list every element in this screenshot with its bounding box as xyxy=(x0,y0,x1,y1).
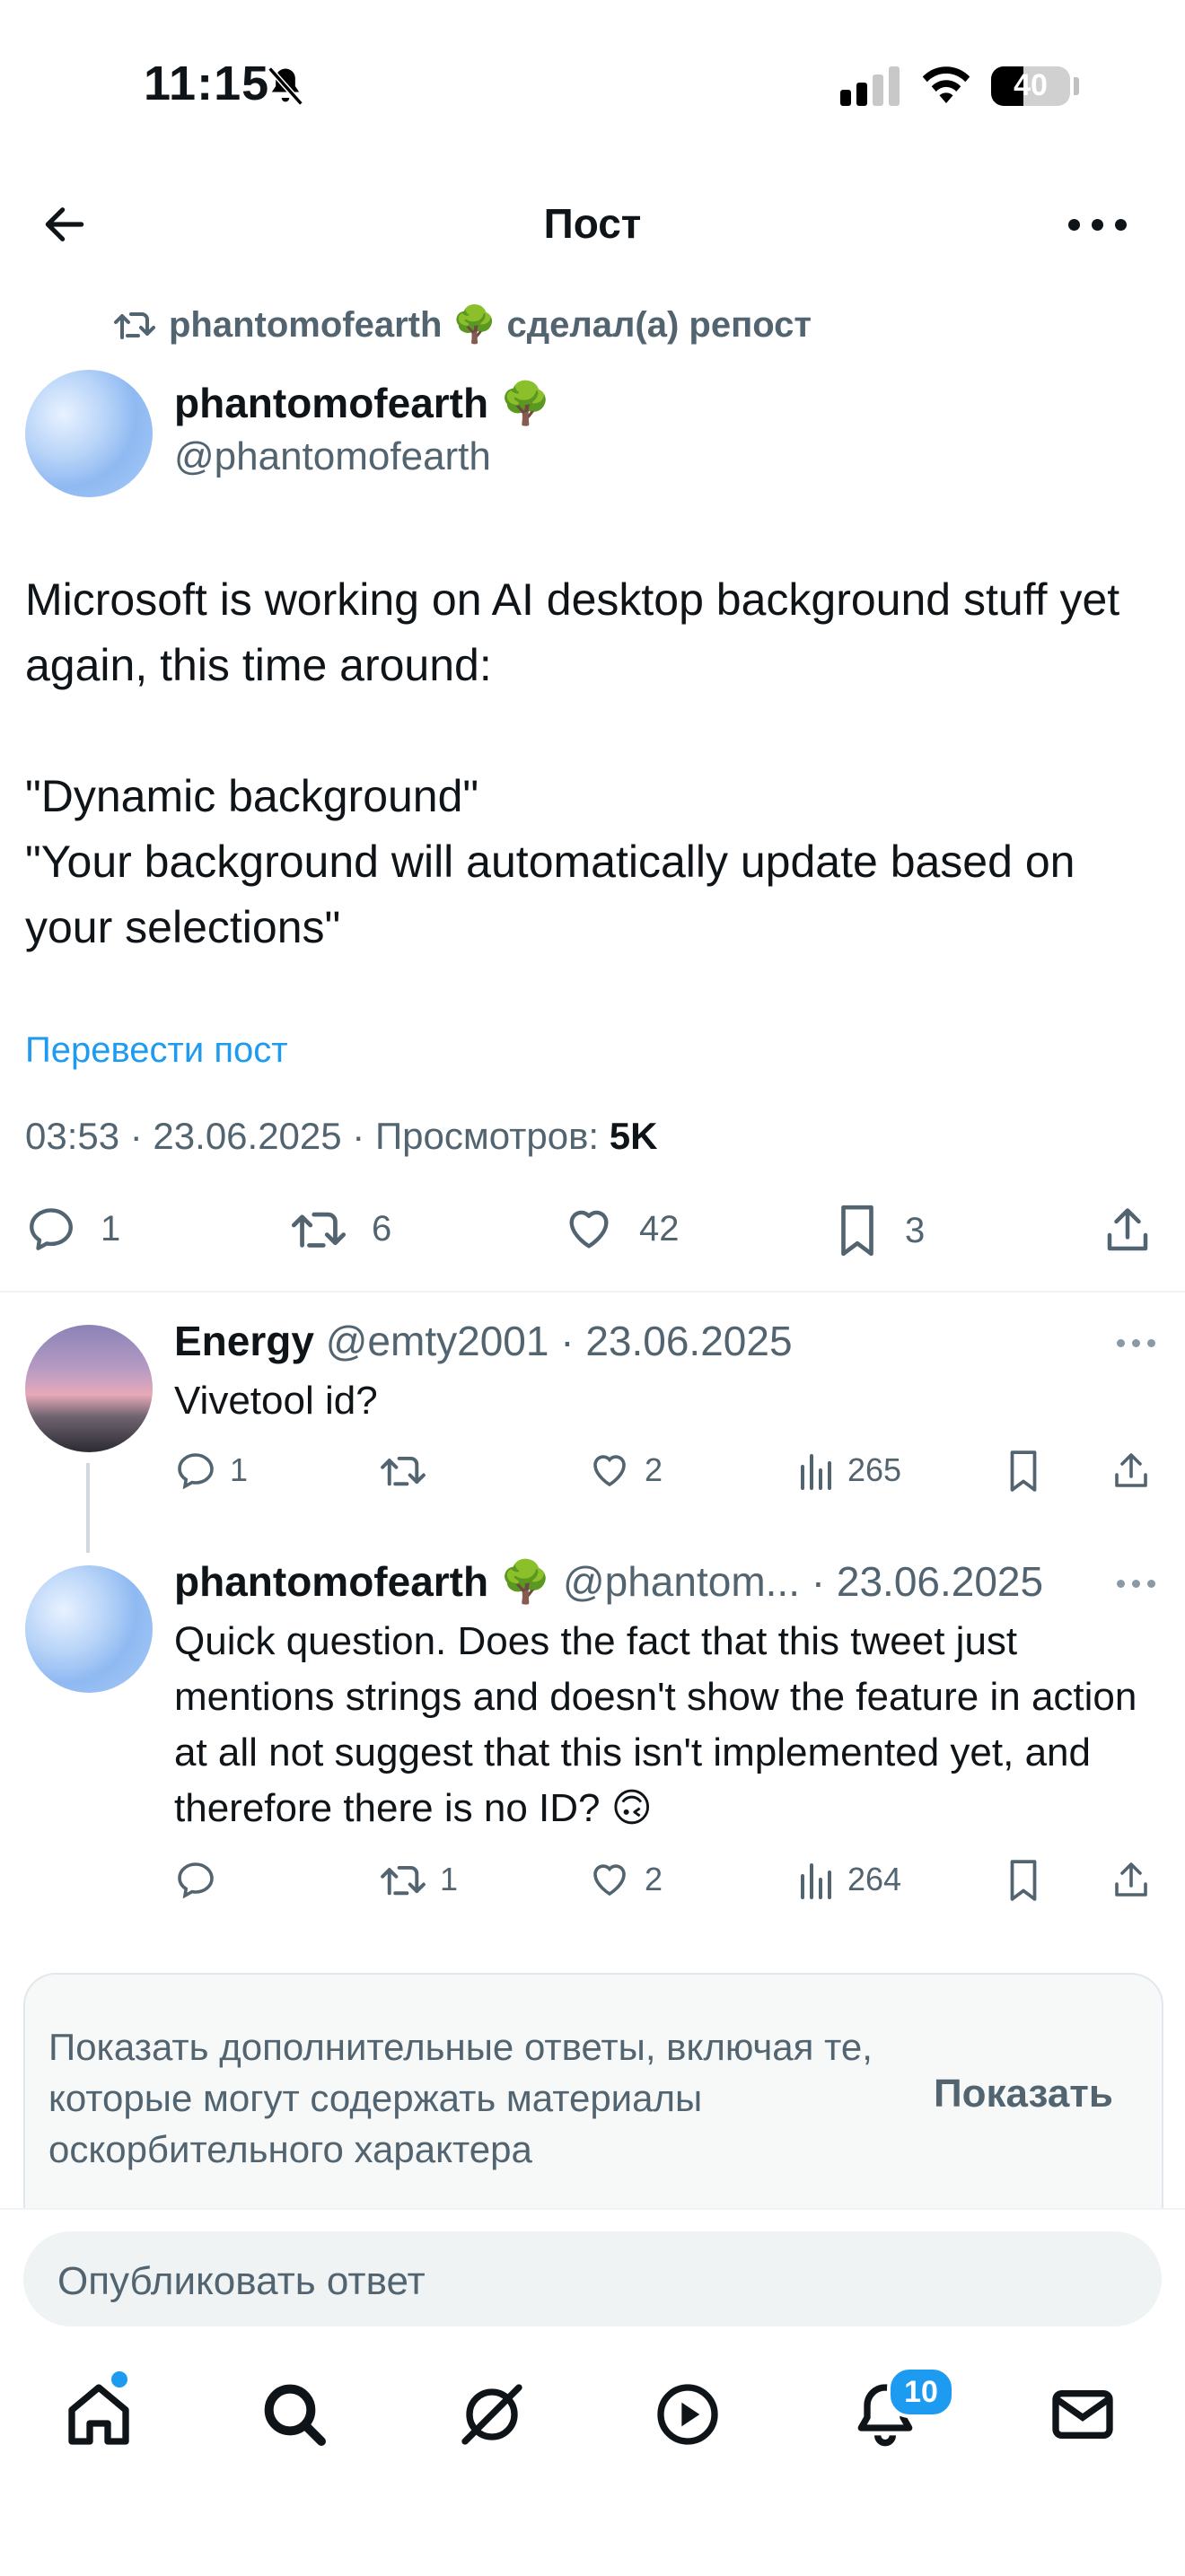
bookmark-button[interactable]: 3 xyxy=(833,1203,925,1258)
reply-reply-button[interactable] xyxy=(174,1858,230,1901)
status-time: 11:15 xyxy=(144,57,270,110)
repost-icon xyxy=(381,1865,426,1896)
post-timestamp: 03:53 · 23.06.2025 · Просмотров: xyxy=(25,1115,610,1157)
reply-text: Vivetool id? xyxy=(174,1379,378,1423)
video-play-icon[interactable] xyxy=(652,2379,724,2450)
reply-header: Energy @emty2001 · 23.06.2025 xyxy=(174,1316,793,1366)
heart-icon xyxy=(593,1864,626,1897)
show-hidden-replies-button[interactable]: Показать xyxy=(934,2072,1113,2116)
reply-like-button[interactable]: 2 xyxy=(587,1858,663,1901)
reply-more-icon[interactable] xyxy=(1117,1580,1156,1589)
bookmark-count: 3 xyxy=(905,1210,926,1250)
reply-repost-button[interactable]: 1 xyxy=(379,1858,458,1901)
signal-icon xyxy=(840,66,900,106)
repost-icon xyxy=(381,1456,426,1486)
page-title: Пост xyxy=(543,200,642,247)
reply-icon xyxy=(178,1453,214,1490)
reply-author-name[interactable]: phantomofearth 🌳 xyxy=(174,1558,551,1605)
views-chart-icon xyxy=(801,1454,831,1490)
messages-mail-icon[interactable] xyxy=(1047,2379,1119,2450)
reply-author-name[interactable]: Energy xyxy=(174,1318,314,1364)
reply-handle-date[interactable]: @phantom... · 23.06.2025 xyxy=(563,1558,1043,1605)
reply-like-count: 2 xyxy=(645,1451,663,1488)
more-options-icon[interactable] xyxy=(1068,217,1128,232)
bell-off-icon xyxy=(268,66,303,106)
share-icon[interactable] xyxy=(1101,1203,1154,1258)
post-meta: 03:53 · 23.06.2025 · Просмотров: 5K xyxy=(25,1115,657,1158)
reply-views-count: 265 xyxy=(847,1451,902,1488)
reply-icon xyxy=(178,1862,214,1899)
reply-like-count: 2 xyxy=(645,1861,663,1897)
notifications-badge: 10 xyxy=(887,2366,955,2418)
reply-icon xyxy=(30,1208,73,1250)
home-icon[interactable] xyxy=(63,2379,135,2450)
repost-label: phantomofearth 🌳 сделал(а) репост xyxy=(169,305,812,345)
reply-more-icon[interactable] xyxy=(1117,1339,1156,1348)
battery-cap xyxy=(1074,77,1079,95)
reply-repost-count: 1 xyxy=(440,1861,459,1897)
reply-handle-date[interactable]: @emty2001 · 23.06.2025 xyxy=(326,1318,793,1364)
bookmark-icon[interactable] xyxy=(1004,1858,1043,1903)
reply-like-button[interactable]: 2 xyxy=(587,1449,663,1492)
reply-views-button[interactable]: 265 xyxy=(795,1449,901,1492)
bookmark-icon xyxy=(841,1205,873,1257)
views-chart-icon xyxy=(801,1863,831,1899)
repost-indicator: phantomofearth 🌳 сделал(а) репост xyxy=(113,303,812,346)
battery-icon: 40 xyxy=(991,66,1070,106)
reply-views-button[interactable]: 264 xyxy=(795,1858,901,1901)
like-count: 42 xyxy=(639,1208,680,1249)
post-views[interactable]: 5K xyxy=(610,1115,658,1157)
author-name[interactable]: phantomofearth 🌳 xyxy=(174,379,551,428)
share-icon[interactable] xyxy=(1110,1858,1153,1903)
reply-avatar-energy[interactable] xyxy=(25,1325,153,1452)
reply-input-placeholder[interactable]: Опубликовать ответ xyxy=(57,2259,426,2304)
battery-level: 40 xyxy=(1014,68,1048,102)
reply-reply-count: 1 xyxy=(230,1451,249,1488)
reply-repost-button[interactable] xyxy=(379,1449,440,1492)
like-button[interactable]: 42 xyxy=(562,1203,680,1255)
repost-button[interactable]: 6 xyxy=(289,1203,391,1255)
wifi-icon xyxy=(922,66,970,103)
grok-icon[interactable] xyxy=(456,2379,528,2450)
hidden-replies-text: Показать дополнительные ответы, включая … xyxy=(48,2026,873,2170)
post-text: Microsoft is working on AI desktop backg… xyxy=(25,574,1120,952)
divider xyxy=(0,1291,1185,1292)
repost-count: 6 xyxy=(372,1208,392,1249)
heart-icon xyxy=(569,1210,609,1249)
reply-reply-button[interactable]: 1 xyxy=(174,1449,248,1492)
reply-views-count: 264 xyxy=(847,1861,902,1897)
author-handle[interactable]: @phantomofearth xyxy=(174,434,491,479)
reply-text: Quick question. Does the fact that this … xyxy=(174,1619,1137,1830)
home-notification-dot xyxy=(111,2371,127,2388)
share-icon[interactable] xyxy=(1110,1449,1153,1494)
reply-button[interactable]: 1 xyxy=(25,1203,120,1255)
repost-icon xyxy=(114,311,155,339)
search-icon[interactable] xyxy=(259,2379,330,2450)
thread-line xyxy=(86,1463,90,1553)
reply-avatar-phantomofearth[interactable] xyxy=(25,1565,153,1693)
repost-icon xyxy=(291,1212,347,1248)
reply-header: phantomofearth 🌳 @phantom... · 23.06.202… xyxy=(174,1556,1108,1607)
heart-icon xyxy=(593,1455,626,1487)
translate-post-link[interactable]: Перевести пост xyxy=(25,1030,288,1071)
author-avatar[interactable] xyxy=(25,370,153,497)
reply-count: 1 xyxy=(101,1208,121,1249)
bookmark-icon[interactable] xyxy=(1004,1449,1043,1494)
